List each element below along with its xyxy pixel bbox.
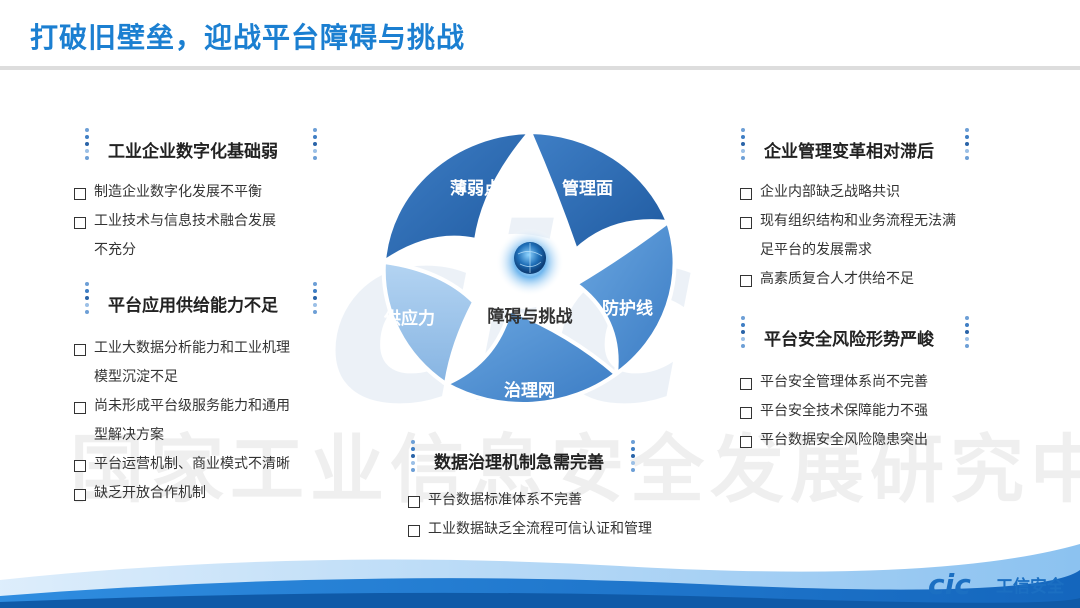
cic-logo-icon: cic: [928, 568, 971, 600]
list-item: 平台安全管理体系尚不完善: [738, 368, 928, 397]
list-item: 企业内部缺乏战略共识: [738, 178, 956, 207]
section-marker-right-icon: [312, 282, 318, 316]
list-item: 平台数据安全风险隐患突出: [738, 426, 928, 455]
list-item: 平台运营机制、商业模式不清晰: [72, 450, 290, 479]
list-left-top: 制造企业数字化发展不平衡 工业技术与信息技术融合发展 不充分: [72, 178, 276, 265]
section-marker-left-icon: [740, 316, 746, 350]
list-item: 现有组织结构和业务流程无法满: [738, 207, 956, 236]
list-item-continuation: 模型沉淀不足: [94, 369, 178, 385]
list-item: 工业大数据分析能力和工业机理: [72, 334, 290, 363]
list-item: 缺乏开放合作机制: [72, 479, 290, 508]
section-marker-right-icon: [964, 316, 970, 350]
list-item-continuation: 足平台的发展需求: [760, 242, 872, 258]
segment-label-governance: 治理网: [504, 380, 555, 400]
list-item-continuation: 型解决方案: [94, 427, 164, 443]
list-item: 高素质复合人才供给不足: [738, 265, 956, 294]
list-left-bottom: 工业大数据分析能力和工业机理 模型沉淀不足 尚未形成平台级服务能力和通用 型解决…: [72, 334, 290, 508]
list-item: 制造企业数字化发展不平衡: [72, 178, 276, 207]
list-item: 平台安全技术保障能力不强: [738, 397, 928, 426]
section-title-bottom-center: 数据治理机制急需完善: [434, 453, 604, 473]
section-marker-right-icon: [630, 440, 636, 474]
segment-defense: [572, 218, 677, 379]
section-marker-left-icon: [740, 128, 746, 162]
svg-text:cic: cic: [928, 568, 971, 600]
brand-logo-group: cic 工信安全: [926, 568, 1064, 600]
footer-wave-band: [0, 544, 1080, 608]
list-item: 平台数据标准体系不完善: [406, 486, 652, 515]
section-title-right-bottom: 平台安全风险形势严峻: [764, 330, 934, 350]
section-title-left-top: 工业企业数字化基础弱: [108, 142, 278, 162]
section-marker-left-icon: [84, 282, 90, 316]
page-title: 打破旧壁垒，迎战平台障碍与挑战: [30, 21, 466, 54]
list-item: 尚未形成平台级服务能力和通用: [72, 392, 290, 421]
challenge-pinwheel-diagram: 薄弱点 管理面 防护线 治理网 供应力 障碍与挑战: [381, 129, 677, 406]
segment-label-management: 管理面: [562, 178, 613, 198]
list-bottom-center: 平台数据标准体系不完善 工业数据缺乏全流程可信认证和管理: [406, 486, 652, 544]
section-title-left-bottom: 平台应用供给能力不足: [108, 296, 278, 316]
segment-label-supply: 供应力: [383, 308, 435, 328]
section-marker-left-icon: [84, 128, 90, 162]
center-label: 障碍与挑战: [488, 306, 573, 326]
brand-name: 工信安全: [996, 576, 1064, 597]
list-item-continuation: 不充分: [94, 242, 136, 258]
segment-label-weakness: 薄弱点: [450, 178, 501, 198]
list-right-bottom: 平台安全管理体系尚不完善 平台安全技术保障能力不强 平台数据安全风险隐患突出: [738, 368, 928, 455]
title-divider: [0, 66, 1080, 70]
section-marker-right-icon: [964, 128, 970, 162]
section-marker-right-icon: [312, 128, 318, 162]
list-item: 工业技术与信息技术融合发展: [72, 207, 276, 236]
segment-label-defense: 防护线: [602, 298, 653, 318]
list-right-top: 企业内部缺乏战略共识 现有组织结构和业务流程无法满 足平台的发展需求 高素质复合…: [738, 178, 956, 294]
section-marker-left-icon: [410, 440, 416, 474]
section-title-right-top: 企业管理变革相对滞后: [764, 142, 934, 162]
